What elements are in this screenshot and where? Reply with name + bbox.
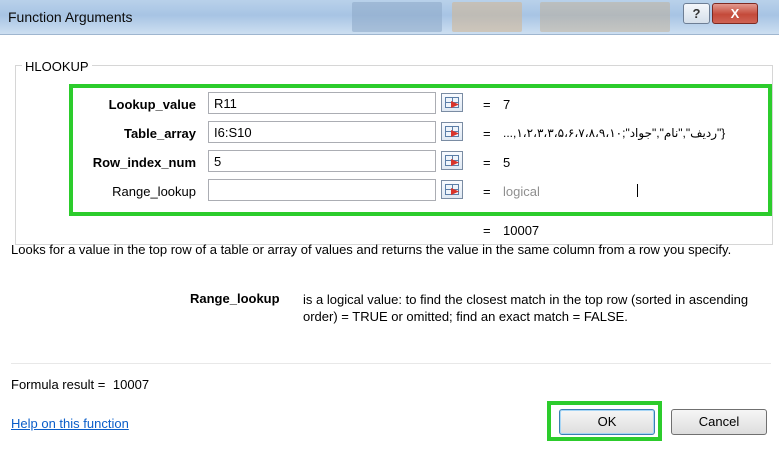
function-name: HLOOKUP xyxy=(22,59,92,74)
arg-result-range-lookup: logical xyxy=(503,184,540,199)
formula-result-label: Formula result = xyxy=(11,377,106,392)
function-result-value: 10007 xyxy=(503,223,540,238)
equals-sign: = xyxy=(483,155,491,170)
ok-button[interactable]: OK xyxy=(559,409,655,435)
formula-result-value: 10007 xyxy=(112,377,150,392)
arg-label-range-lookup: Range_lookup xyxy=(112,184,196,199)
dialog-title: Function Arguments xyxy=(8,9,133,25)
background-blur xyxy=(540,2,670,32)
dialog-body: HLOOKUP Lookup_value R11 = 7 Table_array… xyxy=(0,35,779,449)
function-description: Looks for a value in the top row of a ta… xyxy=(11,242,732,257)
lookup-value-input[interactable]: R11 xyxy=(208,92,436,114)
function-arguments-dialog: Function Arguments ? X HLOOKUP Lookup_va… xyxy=(0,0,779,449)
collapse-dialog-icon[interactable] xyxy=(441,93,463,112)
title-bar[interactable]: Function Arguments ? X xyxy=(0,0,779,35)
collapse-dialog-icon[interactable] xyxy=(441,151,463,170)
help-on-function-link[interactable]: Help on this function xyxy=(11,416,129,431)
close-icon[interactable]: X xyxy=(712,3,758,24)
background-blur xyxy=(452,2,522,32)
equals-sign: = xyxy=(483,126,491,141)
arg-label-row-index-num: Row_index_num xyxy=(92,155,196,170)
arg-label-table-array: Table_array xyxy=(123,126,196,141)
param-help-text: is a logical value: to find the closest … xyxy=(303,292,749,324)
help-icon[interactable]: ? xyxy=(683,3,710,24)
arg-label-lookup-value: Lookup_value xyxy=(108,97,196,112)
equals-sign: = xyxy=(483,184,491,199)
equals-sign: = xyxy=(483,97,491,112)
cancel-button[interactable]: Cancel xyxy=(671,409,767,435)
background-blur xyxy=(352,2,442,32)
text-caret xyxy=(637,184,638,197)
collapse-dialog-icon[interactable] xyxy=(441,180,463,199)
range-lookup-input[interactable] xyxy=(208,179,638,201)
formula-result: Formula result = 10007 xyxy=(11,377,149,392)
equals-sign: = xyxy=(483,223,491,238)
collapse-dialog-icon[interactable] xyxy=(441,122,463,141)
arg-result-table-array: {"ردیف","نام","جواد";١،٢،٣،٣،۵،۶،٧،٨،٩،١… xyxy=(503,126,726,140)
divider xyxy=(11,363,771,364)
arg-result-row-index-num: 5 xyxy=(503,155,511,170)
table-array-input[interactable]: I6:S10 xyxy=(208,121,436,143)
param-help-name: Range_lookup xyxy=(190,291,280,306)
row-index-num-input[interactable]: 5 xyxy=(208,150,436,172)
arg-result-lookup-value: 7 xyxy=(503,97,511,112)
